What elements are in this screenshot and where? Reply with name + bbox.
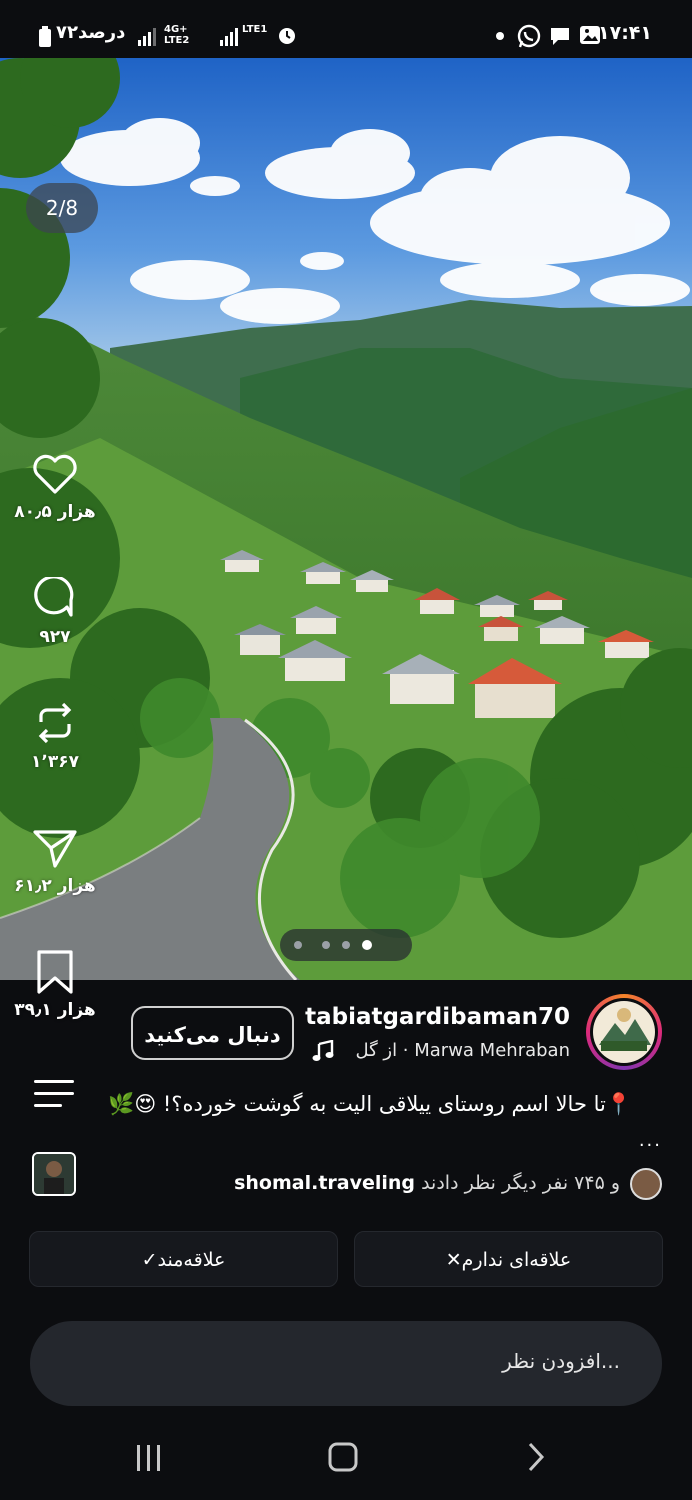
back-icon[interactable] [526, 1442, 548, 1472]
commented-by[interactable]: و ۷۴۵ نفر دیگر نظر دادند shomal.travelin… [234, 1172, 620, 1194]
recents-icon[interactable] [134, 1442, 164, 1472]
comment-placeholder: افزودن نظر... [502, 1349, 620, 1373]
comment-icon [34, 577, 74, 617]
post-image[interactable] [0, 58, 692, 980]
following-button[interactable]: دنبال می‌کنید [131, 1006, 294, 1060]
status-time: ۱۷:۴۱ [598, 22, 652, 44]
image-counter: 2/8 [26, 183, 98, 233]
gallery-icon [580, 26, 600, 44]
repost-button[interactable]: ۱٬۳۶۷ [14, 700, 96, 772]
home-icon[interactable] [328, 1442, 358, 1472]
battery-text: ۷۲درصد [56, 22, 126, 43]
menu-icon[interactable] [34, 1080, 74, 1116]
alarm-icon [279, 28, 295, 44]
more-caption[interactable]: ... [639, 1130, 662, 1151]
repost-count: ۱٬۳۶۷ [31, 752, 79, 772]
signal-icon-1 [220, 28, 238, 46]
comment-button[interactable]: ۹۲۷ [14, 577, 96, 647]
carousel-dot [322, 941, 330, 949]
notification-dot [496, 32, 504, 40]
author-avatar[interactable] [586, 994, 662, 1070]
comment-count: ۹۲۷ [39, 627, 71, 647]
carousel-dot-active [362, 940, 372, 950]
heart-icon [33, 454, 77, 494]
commented-by-user[interactable]: shomal.traveling [234, 1172, 415, 1194]
not-interested-button[interactable]: ✕علاقه‌ای ندارم [354, 1231, 663, 1287]
carousel-indicator [280, 929, 412, 961]
like-button[interactable]: ۸۰٫۵ هزار [14, 452, 96, 522]
save-button[interactable]: ۳۹٫۱ هزار [14, 950, 96, 1020]
author-username[interactable]: tabiatgardibaman70 [305, 1004, 570, 1030]
carousel-dot [342, 941, 350, 949]
music-text: از گل · Marwa Mehraban [355, 1040, 570, 1061]
signal-icon-2 [138, 28, 156, 46]
commenter-avatar[interactable] [630, 1168, 662, 1200]
network-label-1: LTE1 [242, 24, 268, 35]
commented-by-text: و ۷۴۵ نفر دیگر نظر دادند [421, 1172, 620, 1194]
share-icon [33, 830, 77, 868]
share-count: ۶۱٫۲ هزار [14, 876, 96, 896]
music-icon [312, 1040, 334, 1061]
post-caption[interactable]: 📍تا حالا اسم روستای ییلاقی الیت به گوشت … [108, 1092, 632, 1117]
status-bar: ۱۷:۴۱ LTE1 4G+ LTE2 ۷۲درصد [0, 0, 692, 58]
share-button[interactable]: ۶۱٫۲ هزار [14, 826, 96, 896]
carousel-dot [294, 941, 302, 949]
thumbnail-preview[interactable] [32, 1152, 76, 1196]
music-info[interactable]: از گل · Marwa Mehraban [355, 1040, 570, 1061]
navigation-bar [0, 1420, 692, 1500]
battery-icon [39, 26, 51, 47]
whatsapp-icon [517, 24, 541, 48]
network-label-2: 4G+ LTE2 [164, 24, 190, 46]
message-icon [551, 28, 569, 45]
bookmark-icon [37, 950, 73, 994]
interested-button[interactable]: ✓علاقه‌مند [29, 1231, 338, 1287]
save-count: ۳۹٫۱ هزار [14, 1000, 96, 1020]
comment-input[interactable]: افزودن نظر... [30, 1321, 662, 1406]
like-count: ۸۰٫۵ هزار [14, 502, 96, 522]
repost-icon [38, 702, 72, 744]
